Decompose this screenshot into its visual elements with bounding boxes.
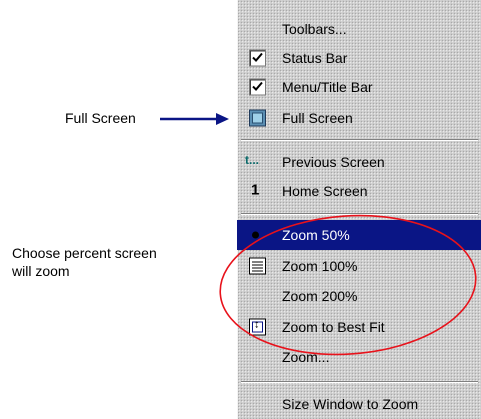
full-screen-annotation: Full Screen	[65, 110, 136, 126]
zoom-50-label: Zoom 50%	[282, 227, 350, 243]
menu-item-size-window[interactable]: Size Window to Zoom	[237, 389, 481, 419]
previous-screen-icon: t...	[245, 153, 259, 168]
menu-separator	[241, 139, 478, 141]
zoom-annotation-line2: will zoom	[12, 263, 70, 279]
menu-item-zoom-best-fit[interactable]: Zoom to Best Fit	[237, 312, 481, 342]
radio-bullet-icon	[252, 231, 259, 239]
menu-separator	[241, 381, 478, 383]
status-bar-label: Status Bar	[282, 50, 348, 66]
menu-item-zoom-200[interactable]: Zoom 200%	[237, 281, 481, 311]
menu-item-home-screen[interactable]: 1 Home Screen	[237, 176, 481, 206]
zoom-best-fit-label: Zoom to Best Fit	[282, 319, 385, 335]
zoom-label: Zoom...	[282, 349, 330, 365]
menu-item-zoom[interactable]: Zoom...	[237, 342, 481, 372]
menu-item-status-bar[interactable]: Status Bar	[237, 43, 481, 73]
full-screen-icon	[249, 109, 266, 127]
menu-item-previous-screen[interactable]: t... Previous Screen	[237, 147, 481, 177]
home-screen-label: Home Screen	[282, 183, 368, 199]
toolbars-label: Toolbars...	[282, 21, 347, 37]
full-screen-label: Full Screen	[282, 110, 353, 126]
menu-item-full-screen[interactable]: Full Screen	[237, 103, 481, 133]
menu-item-toolbars[interactable]: Toolbars...	[237, 14, 481, 44]
arrow-right-icon	[160, 113, 229, 125]
zoom-annotation-line1: Choose percent screen	[12, 245, 157, 261]
menu-item-zoom-100[interactable]: Zoom 100%	[237, 251, 481, 281]
menu-item-zoom-50[interactable]: Zoom 50%	[237, 220, 481, 250]
size-window-label: Size Window to Zoom	[282, 396, 419, 412]
menu-separator	[241, 213, 478, 215]
home-screen-icon: 1	[251, 181, 260, 199]
zoom-100-label: Zoom 100%	[282, 258, 358, 274]
menu-title-bar-label: Menu/Title Bar	[282, 79, 373, 95]
fit-icon	[249, 318, 266, 336]
zoom-200-label: Zoom 200%	[282, 288, 358, 304]
checkmark-icon	[249, 78, 266, 96]
list-icon	[249, 257, 266, 275]
checkmark-icon	[249, 49, 266, 67]
menu-item-menu-title-bar[interactable]: Menu/Title Bar	[237, 72, 481, 102]
view-menu: Toolbars... Status Bar Menu/Title Bar Fu…	[236, 0, 481, 419]
previous-screen-label: Previous Screen	[282, 154, 385, 170]
